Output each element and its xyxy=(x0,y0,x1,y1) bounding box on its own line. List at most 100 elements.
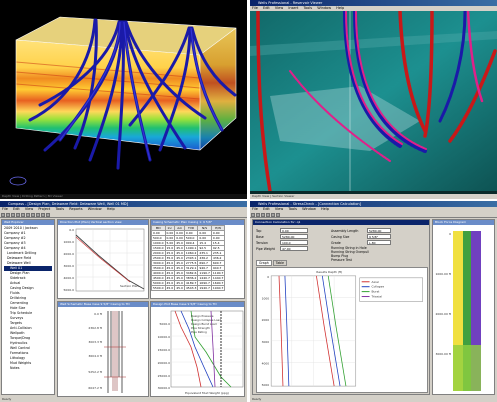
menu-item[interactable]: File xyxy=(252,207,258,211)
design-plot-pane[interactable]: Design Plot Base Case 9 5/8" Casing to T… xyxy=(150,301,245,397)
table-cell: 45.0 xyxy=(174,255,185,261)
survey-table-pane[interactable]: Casing Schematic Plan Casing 1: 9 5/8" M… xyxy=(150,219,245,299)
print-icon[interactable] xyxy=(266,213,270,217)
tab-table[interactable]: Table xyxy=(272,260,288,266)
table-row[interactable]: 2000.0 25.0 45.0 1960.2 235.1 235.1 xyxy=(151,250,226,256)
menu-item[interactable]: View xyxy=(275,207,283,211)
schematic-label: 3003.3 ft xyxy=(88,340,102,344)
table-row[interactable]: 3000.0 45.0 45.0 2775.5 690.7 690.7 xyxy=(151,260,226,266)
menu-item[interactable]: Help xyxy=(321,207,329,211)
menu-item[interactable]: View xyxy=(25,207,33,211)
top-input[interactable]: 0.00 xyxy=(280,228,308,233)
menu-item[interactable]: View xyxy=(275,6,283,10)
reservoir-3d-view[interactable]: Depth View | Drilling Pattern | 3D Viewe… xyxy=(0,0,247,199)
block-diagram-pane[interactable]: Block Force Diagram 0 1000.00 ft 2000.00… xyxy=(432,219,495,395)
table-cell: 1500.0 xyxy=(151,245,166,251)
schematic-label: 2362.8 ft xyxy=(88,326,102,330)
table-cell: 3000.0 xyxy=(151,260,166,266)
casing-size-input[interactable]: 9 5/8" xyxy=(367,234,391,239)
new-icon[interactable] xyxy=(1,213,5,217)
table-cell: 45.0 xyxy=(174,285,185,291)
form-title: Connection Calculation for: q1 xyxy=(253,220,429,225)
well-planning-window[interactable]: Compass - [Design Plan, Delaware Field: … xyxy=(0,201,247,402)
chart1-ytick: 3000.0 xyxy=(64,264,75,268)
copy-icon[interactable] xyxy=(26,213,30,217)
direction-plot-pane[interactable]: Direction Plot (Plan) Vertical section v… xyxy=(57,219,149,299)
table-cell: 45.0 xyxy=(174,275,185,281)
open-icon[interactable] xyxy=(256,213,260,217)
chart3-ytick: 10000.0 xyxy=(158,335,170,339)
connection-calc-window[interactable]: Wells Professional - StressCheck - [Conn… xyxy=(250,201,497,402)
menu-item[interactable]: Edit xyxy=(13,207,20,211)
chart-icon[interactable] xyxy=(276,213,280,217)
chart-icon[interactable] xyxy=(36,213,40,217)
table-cell: 0.00 xyxy=(174,235,185,241)
graph-ytick: 4000 xyxy=(262,361,270,365)
table-row[interactable]: 5000.0 45.0 45.0 4189.7 1690.7 1690.7 xyxy=(151,280,226,286)
schematic-label: 6047.2 ft xyxy=(88,386,102,390)
block-label: 1000.00 ft xyxy=(435,272,451,276)
pipe-weight-input[interactable]: 47.00 xyxy=(280,246,308,251)
menu-item[interactable]: Insert xyxy=(288,6,298,10)
survey-table: MD Inc Azi TVD N/S E/W 0.00 0.00 0.00 0.00 0.00 0.… xyxy=(151,225,226,291)
assembly-length-input[interactable]: 5280.00 xyxy=(367,228,391,233)
table-cell: 4500.0 xyxy=(151,275,166,281)
table-icon[interactable] xyxy=(41,213,45,217)
table-cell: 4000.0 xyxy=(151,270,166,276)
table-row[interactable]: 4000.0 45.0 45.0 3482.6 1190.7 1190.7 xyxy=(151,270,226,276)
new-icon[interactable] xyxy=(251,213,255,217)
well-schematic-pane[interactable]: Well Schematic Base Case 9 5/8" Casing t… xyxy=(57,301,149,397)
chart1-ytick: 0.0 xyxy=(69,228,74,232)
table-cell: 1940.7 xyxy=(197,285,212,291)
menu-item[interactable]: Window xyxy=(302,207,316,211)
menu-item[interactable]: Help xyxy=(107,207,115,211)
menu-item[interactable]: Help xyxy=(336,6,344,10)
menu-item[interactable]: File xyxy=(252,6,258,10)
table-row[interactable]: 1500.0 15.0 45.0 1490.1 92.5 92.5 xyxy=(151,245,226,251)
chart3-xlabel: Equivalent Mud Weight (ppg) xyxy=(185,391,229,395)
save-icon[interactable] xyxy=(11,213,15,217)
check-label[interactable]: Pressure Test xyxy=(331,258,427,262)
menu-item[interactable]: Tools xyxy=(55,207,64,211)
zoom-icon[interactable] xyxy=(46,213,50,217)
tab-graph[interactable]: Graph xyxy=(256,260,272,266)
right-fields: Assembly Length 5280.00 Casing Size 9 5/8"… xyxy=(331,228,427,262)
table-cell: 0.00 xyxy=(174,230,185,236)
table-cell: 45.0 xyxy=(174,270,185,276)
menu-item[interactable]: Reports xyxy=(69,207,82,211)
save-icon[interactable] xyxy=(261,213,265,217)
left-fields: Top 0.00 Base 5280.00 Tension 100.0 Pipe We… xyxy=(256,228,336,251)
base-input[interactable]: 5280.00 xyxy=(280,234,308,239)
grade-input[interactable]: L-80 xyxy=(367,240,391,245)
cut-icon[interactable] xyxy=(21,213,25,217)
section-viewer-window[interactable]: Wells Professional - Reservoir Viewer Fi… xyxy=(250,0,497,199)
menu-item[interactable]: Window xyxy=(88,207,102,211)
tension-input[interactable]: 100.0 xyxy=(280,240,308,245)
field-label: Pipe Weight xyxy=(256,246,275,251)
table-row[interactable]: 4500.0 45.0 45.0 3836.2 1440.7 1440.7 xyxy=(151,275,226,281)
field-label: Casing Size xyxy=(331,234,350,239)
calc-icon[interactable] xyxy=(271,213,275,217)
menu-item[interactable]: Window xyxy=(317,6,331,10)
menu-item[interactable]: Tools xyxy=(288,207,297,211)
open-icon[interactable] xyxy=(6,213,10,217)
table-row[interactable]: 2500.0 35.0 45.0 2393.1 436.2 436.2 xyxy=(151,255,226,261)
menu-item[interactable]: File xyxy=(2,207,8,211)
print-icon[interactable] xyxy=(16,213,20,217)
legend-entry: Axial xyxy=(372,280,379,284)
chart1-legend: Section Plan xyxy=(120,284,139,288)
menu-item[interactable]: Edit xyxy=(263,207,270,211)
paste-icon[interactable] xyxy=(31,213,35,217)
tree-item[interactable]: Notes xyxy=(4,366,52,371)
table-cell: 45.0 xyxy=(174,260,185,266)
table-row[interactable]: 3500.0 45.0 45.0 3129.1 940.7 940.7 xyxy=(151,265,226,271)
menu-item[interactable]: Project xyxy=(38,207,50,211)
menu-item[interactable]: Tools xyxy=(304,6,313,10)
q4-status: Ready xyxy=(250,397,497,402)
connection-dialog[interactable]: Connection Calculation for: q1 Top 0.00 B… xyxy=(252,219,430,395)
menu-item[interactable]: Edit xyxy=(263,6,270,10)
table-row[interactable]: 5500.0 45.0 45.0 4543.3 1940.7 1940.7 xyxy=(151,285,226,291)
chart3-legend: Pipe Rating xyxy=(191,330,207,334)
q2-status: Depth View | Section Viewer xyxy=(250,194,497,199)
table-row[interactable]: 1000.0 5.00 45.0 999.4 15.4 15.4 xyxy=(151,240,226,246)
